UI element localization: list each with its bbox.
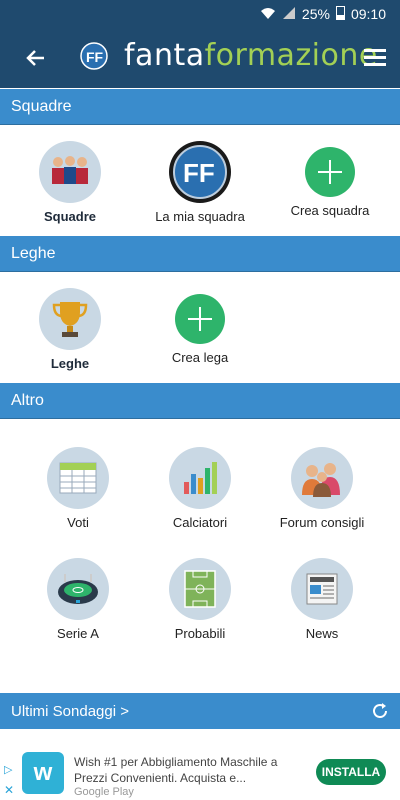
svg-text:FF: FF [183,158,215,188]
tile-calciatori[interactable]: Calciatori [140,447,260,530]
stadium-icon [47,558,109,620]
google-play-label: Google Play [74,786,134,798]
people-group-icon [291,447,353,509]
tile-squadre[interactable]: Squadre [10,141,130,224]
plus-icon [305,147,355,197]
section-squadre: Squadre FF La mia squadra Crea squadra [0,125,400,235]
section-header-leghe: Leghe [0,236,400,272]
ad-choices-icon[interactable]: ▷ [4,764,16,776]
back-arrow-icon[interactable] [22,44,50,72]
battery-icon [335,5,345,23]
pitch-lineup-icon [169,558,231,620]
tile-label: Leghe [50,356,90,371]
tile-news[interactable]: News [262,558,382,641]
brand-title: fantaformazione [124,38,378,73]
ad-banner[interactable]: ▷ ✕ w Wish #1 per Abbigliamento Maschile… [0,740,400,800]
tile-crea-squadra[interactable]: Crea squadra [270,141,390,218]
tile-la-mia-squadra[interactable]: FF La mia squadra [140,141,260,224]
install-button[interactable]: INSTALLA [316,759,386,785]
section-header-squadre: Squadre [0,89,400,125]
signal-icon [282,6,296,23]
tile-label: Crea lega [171,350,229,365]
tile-leghe[interactable]: Leghe [10,288,130,371]
ultimi-sondaggi-bar[interactable]: Ultimi Sondaggi > [0,693,400,729]
bar-chart-icon [169,447,231,509]
hamburger-menu-icon[interactable] [364,48,386,66]
tile-label: Squadre [43,209,96,224]
tile-label: Crea squadra [290,203,370,218]
status-bar: 25% 09:10 [0,0,400,28]
plus-icon [175,294,225,344]
app-bar: FF fantaformazione [0,28,400,88]
tile-forum-consigli[interactable]: Forum consigli [262,447,382,530]
wish-app-icon: w [22,752,64,794]
ad-description: Wish #1 per Abbigliamento Maschile a Pre… [74,755,278,785]
section-leghe: Leghe Crea lega [0,272,400,382]
tile-voti[interactable]: Voti [18,447,138,530]
tile-label: News [305,626,339,641]
section-header-altro: Altro [0,383,400,419]
refresh-icon[interactable] [370,701,390,721]
section-altro: Voti Calciatori Forum consigli Serie A P… [0,419,400,691]
tile-probabili[interactable]: Probabili [140,558,260,641]
tile-label: Voti [67,515,89,530]
newspaper-icon [291,558,353,620]
tile-label: Serie A [57,626,99,641]
team-badge-icon: FF [169,141,231,203]
players-icon [39,141,101,203]
tile-serie-a[interactable]: Serie A [18,558,138,641]
trophy-icon [39,288,101,350]
wifi-icon [260,6,276,23]
ultimi-sondaggi-title: Ultimi Sondaggi > [11,702,129,720]
tile-label: La mia squadra [155,209,245,224]
tile-label: Calciatori [172,515,228,530]
clock: 09:10 [350,6,386,22]
tile-label: Forum consigli [279,515,365,530]
battery-level: 25% [301,6,330,22]
svg-text:FF: FF [86,49,104,65]
ad-close-icon[interactable]: ✕ [4,784,14,796]
tile-crea-lega[interactable]: Crea lega [140,288,260,365]
app-logo-icon: FF [80,42,108,70]
tile-label: Probabili [174,626,226,641]
spreadsheet-icon [47,447,109,509]
